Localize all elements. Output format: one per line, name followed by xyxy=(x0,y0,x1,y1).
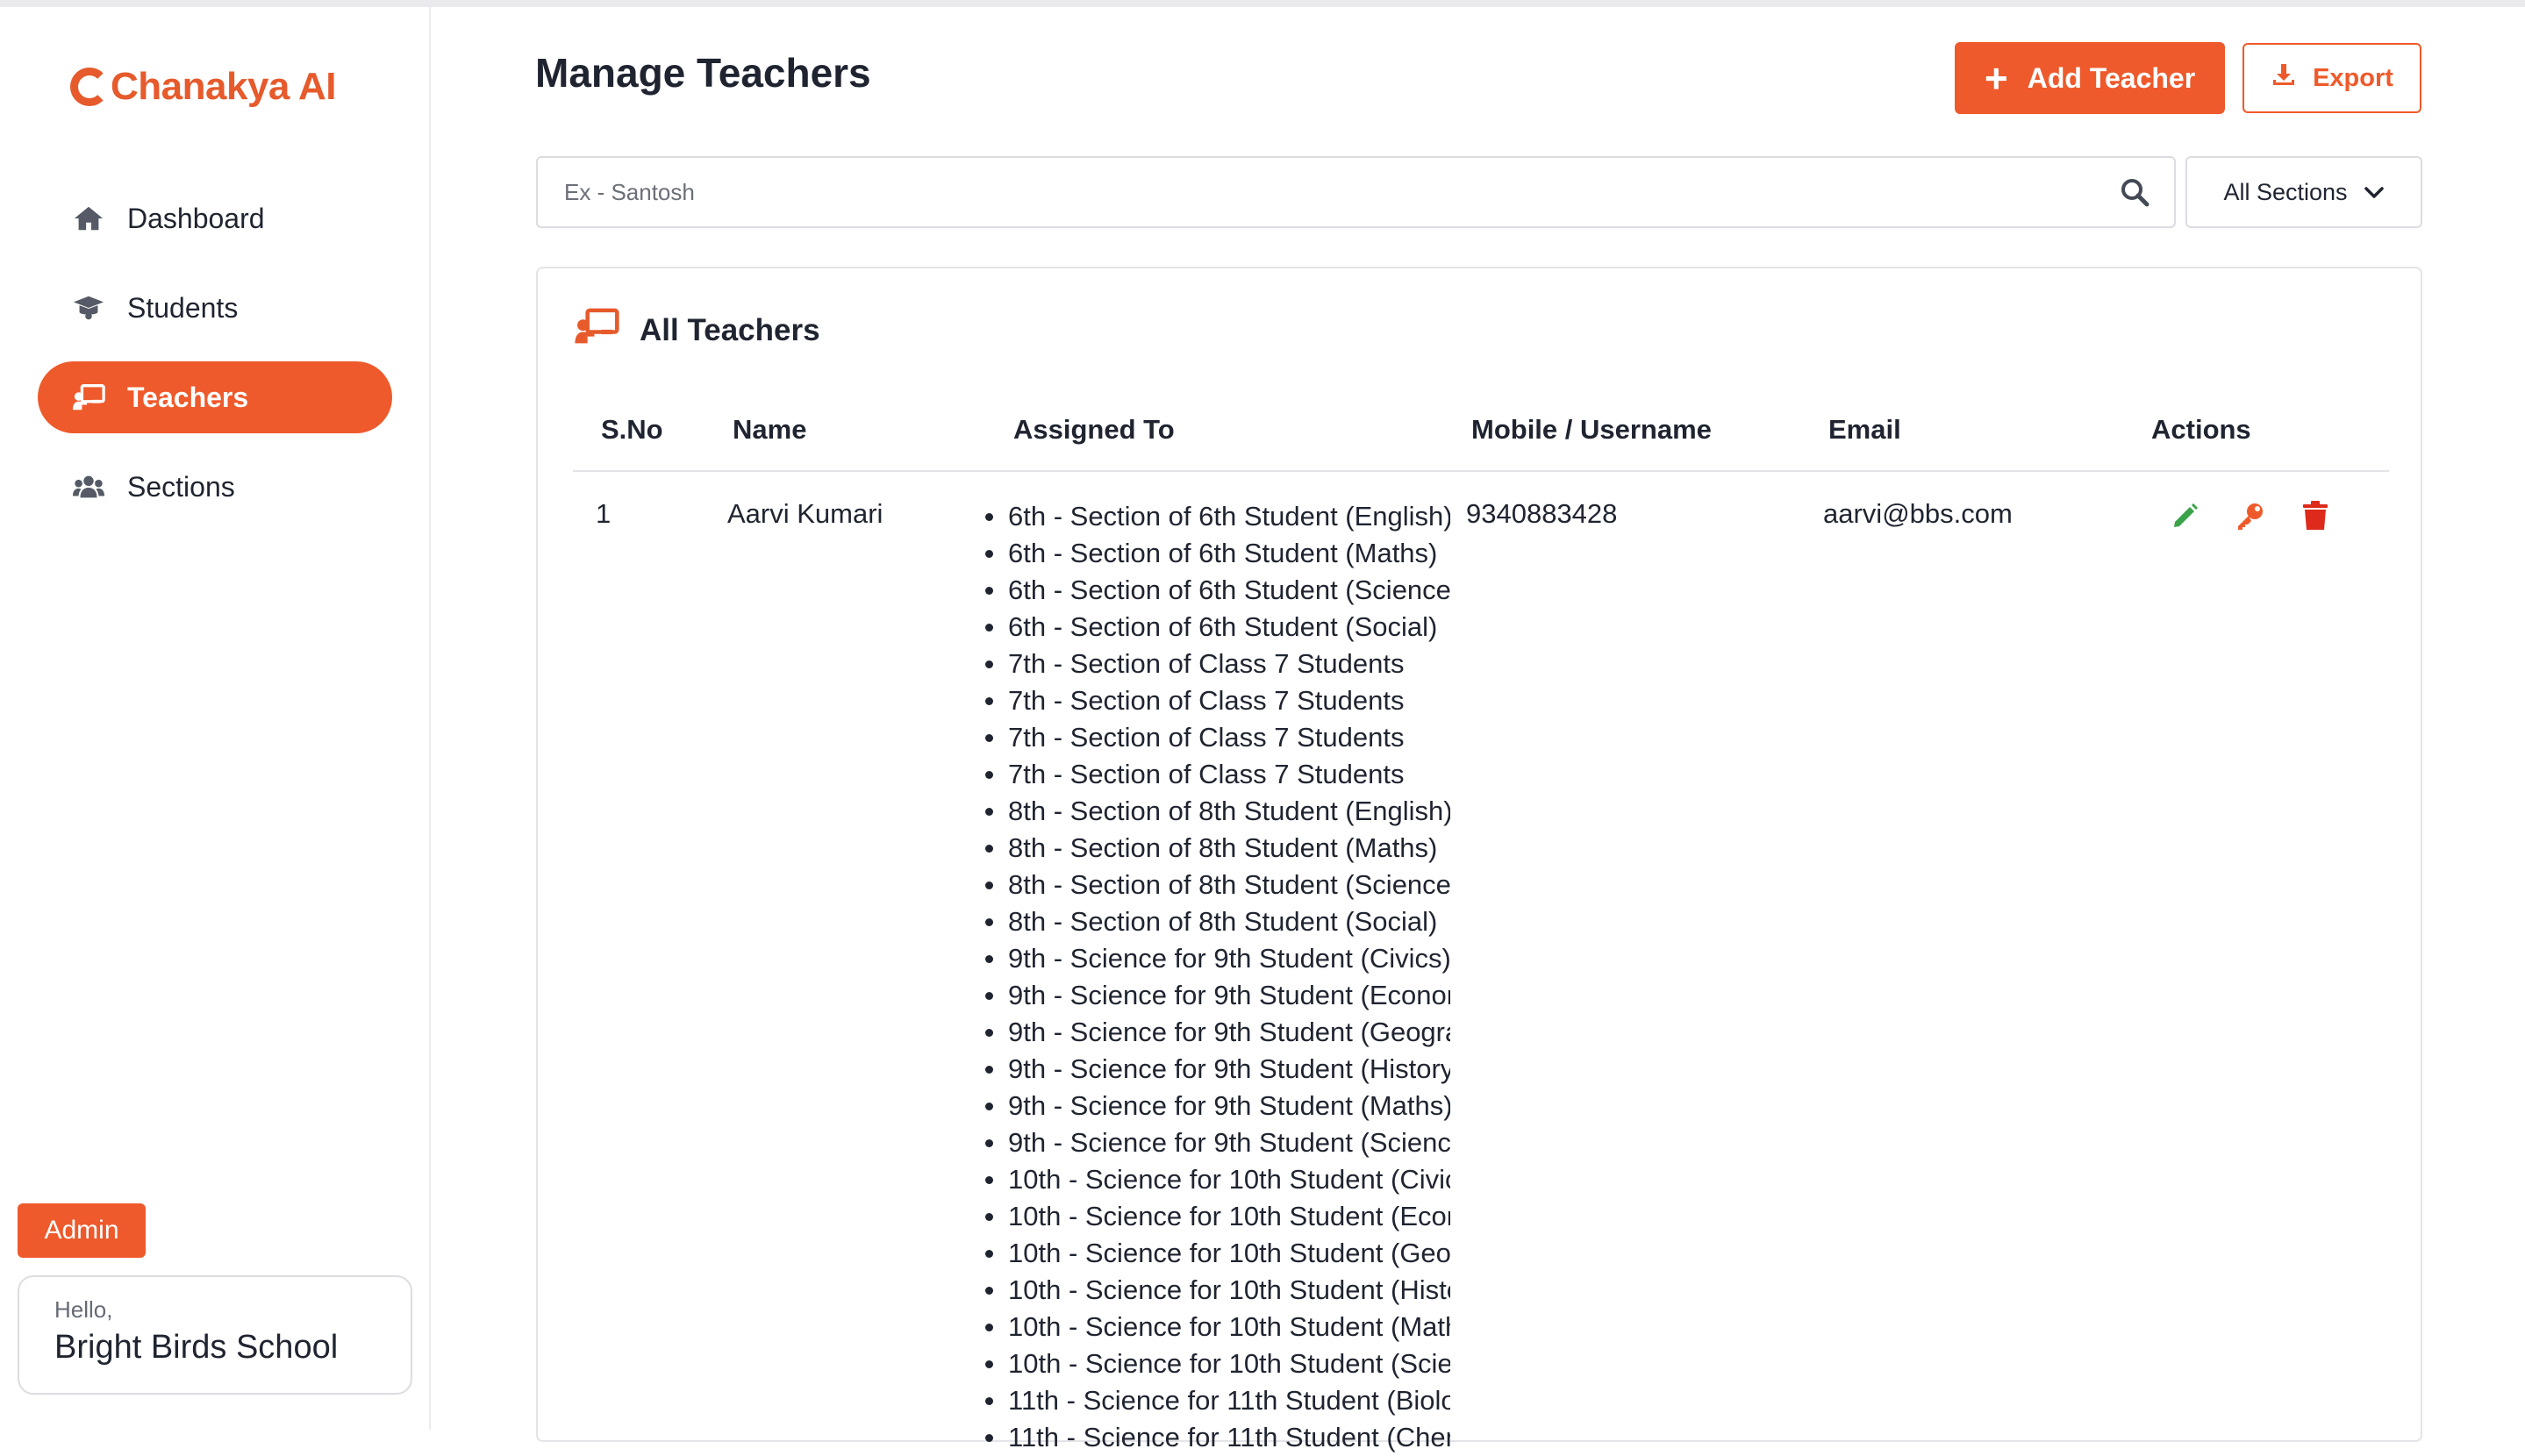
teachers-card: All Teachers S.No Name Assigned To Mobil… xyxy=(536,267,2422,1442)
assigned-section-item: 10th - Science for 10th Student (History… xyxy=(982,1272,1450,1309)
sidebar-item-label: Dashboard xyxy=(127,203,265,235)
column-header-name: Name xyxy=(733,414,806,446)
assigned-section-item: 6th - Section of 6th Student (English) xyxy=(982,498,1450,535)
column-header-assigned: Assigned To xyxy=(1013,414,1175,446)
chalkboard-teacher-icon xyxy=(71,382,106,413)
role-badge: Admin xyxy=(18,1203,146,1258)
assigned-section-item: 9th - Science for 9th Student (History) xyxy=(982,1051,1450,1088)
column-header-email: Email xyxy=(1828,414,1901,446)
section-filter-select[interactable]: All Sections xyxy=(2185,156,2422,228)
trash-icon[interactable] xyxy=(2298,498,2333,533)
sidebar-item-teachers[interactable]: Teachers xyxy=(38,361,392,433)
sidebar: Chanakya AI Dashboard Students Teachers … xyxy=(0,7,431,1430)
page-title: Manage Teachers xyxy=(535,49,871,96)
school-name: Bright Birds School xyxy=(54,1329,376,1367)
cell-email: aarvi@bbs.com xyxy=(1823,498,2013,530)
column-header-actions: Actions xyxy=(2151,414,2251,446)
chevron-down-icon xyxy=(2364,179,2385,206)
cell-name: Aarvi Kumari xyxy=(727,498,883,530)
plus-icon: + xyxy=(1985,58,2008,98)
top-border xyxy=(0,0,2525,7)
assigned-section-item: 10th - Science for 10th Student (Maths) xyxy=(982,1309,1450,1345)
assigned-section-item: 6th - Section of 6th Student (Maths) xyxy=(982,535,1450,572)
assigned-section-item: 9th - Science for 9th Student (Civics) xyxy=(982,940,1450,977)
assigned-section-item: 11th - Science for 11th Student (Biology… xyxy=(982,1382,1450,1419)
search-icon[interactable] xyxy=(2095,158,2174,226)
cell-mobile: 9340883428 xyxy=(1466,498,1617,530)
assigned-section-item: 8th - Section of 8th Student (Social) xyxy=(982,903,1450,940)
table-header: S.No Name Assigned To Mobile / Username … xyxy=(573,402,2389,472)
assigned-section-item: 7th - Section of Class 7 Students xyxy=(982,719,1450,756)
assigned-section-item: 7th - Section of Class 7 Students xyxy=(982,682,1450,719)
sidebar-nav: Dashboard Students Teachers Sections xyxy=(38,182,392,540)
export-button[interactable]: Export xyxy=(2242,43,2421,113)
cell-assigned-list: 6th - Section of 6th Student (English)6t… xyxy=(982,498,1450,1456)
cell-sno: 1 xyxy=(596,498,611,530)
logo-mark-icon xyxy=(70,68,109,106)
key-icon[interactable] xyxy=(2233,498,2268,533)
assigned-section-item: 6th - Section of 6th Student (Social) xyxy=(982,609,1450,646)
column-header-mobile: Mobile / Username xyxy=(1471,414,1712,446)
sidebar-item-label: Teachers xyxy=(127,382,248,414)
sidebar-item-label: Sections xyxy=(127,471,235,503)
assigned-section-item: 9th - Science for 9th Student (Science) xyxy=(982,1124,1450,1161)
assigned-section-item: 7th - Section of Class 7 Students xyxy=(982,756,1450,793)
home-icon xyxy=(71,203,106,234)
sidebar-item-label: Students xyxy=(127,292,238,325)
greeting-text: Hello, xyxy=(54,1296,376,1324)
add-teacher-label: Add Teacher xyxy=(2028,62,2195,95)
brand-name: Chanakya AI xyxy=(111,65,336,109)
graduation-cap-icon xyxy=(71,292,106,324)
assigned-section-item: 8th - Section of 8th Student (Maths) xyxy=(982,830,1450,867)
row-actions xyxy=(2168,498,2333,533)
assigned-section-item: 7th - Section of Class 7 Students xyxy=(982,646,1450,682)
column-header-sno: S.No xyxy=(601,414,663,446)
chalkboard-teacher-icon xyxy=(573,307,620,353)
sidebar-item-students[interactable]: Students xyxy=(38,272,392,344)
assigned-section-item: 10th - Science for 10th Student (Science… xyxy=(982,1345,1450,1382)
users-group-icon xyxy=(71,471,106,503)
edit-icon[interactable] xyxy=(2168,498,2203,533)
search-bar xyxy=(536,156,2176,228)
card-header: All Teachers xyxy=(573,307,820,353)
add-teacher-button[interactable]: + Add Teacher xyxy=(1955,42,2225,114)
assigned-section-item: 8th - Section of 8th Student (English) xyxy=(982,793,1450,830)
section-filter-value: All Sections xyxy=(2223,179,2347,206)
assigned-section-item: 11th - Science for 11th Student (Chemist… xyxy=(982,1419,1450,1456)
assigned-section-item: 8th - Section of 8th Student (Science) xyxy=(982,867,1450,903)
assigned-section-item: 10th - Science for 10th Student (Civics) xyxy=(982,1161,1450,1198)
sidebar-item-sections[interactable]: Sections xyxy=(38,451,392,523)
main-content: Manage Teachers + Add Teacher Export All… xyxy=(431,7,2525,1430)
user-card[interactable]: Hello, Bright Birds School xyxy=(18,1275,412,1395)
sidebar-item-dashboard[interactable]: Dashboard xyxy=(38,182,392,254)
assigned-section-item: 10th - Science for 10th Student (Geograp… xyxy=(982,1235,1450,1272)
assigned-section-item: 9th - Science for 9th Student (Geography… xyxy=(982,1014,1450,1051)
export-label: Export xyxy=(2313,64,2393,93)
assigned-section-item: 6th - Section of 6th Student (Science) xyxy=(982,572,1450,609)
search-input[interactable] xyxy=(538,158,2095,226)
assigned-section-item: 9th - Science for 9th Student (Economics… xyxy=(982,977,1450,1014)
assigned-section-item: 10th - Science for 10th Student (Economi… xyxy=(982,1198,1450,1235)
download-icon xyxy=(2271,61,2297,95)
brand-logo[interactable]: Chanakya AI xyxy=(70,56,336,118)
assigned-section-item: 9th - Science for 9th Student (Maths) xyxy=(982,1088,1450,1124)
card-title: All Teachers xyxy=(640,313,820,348)
